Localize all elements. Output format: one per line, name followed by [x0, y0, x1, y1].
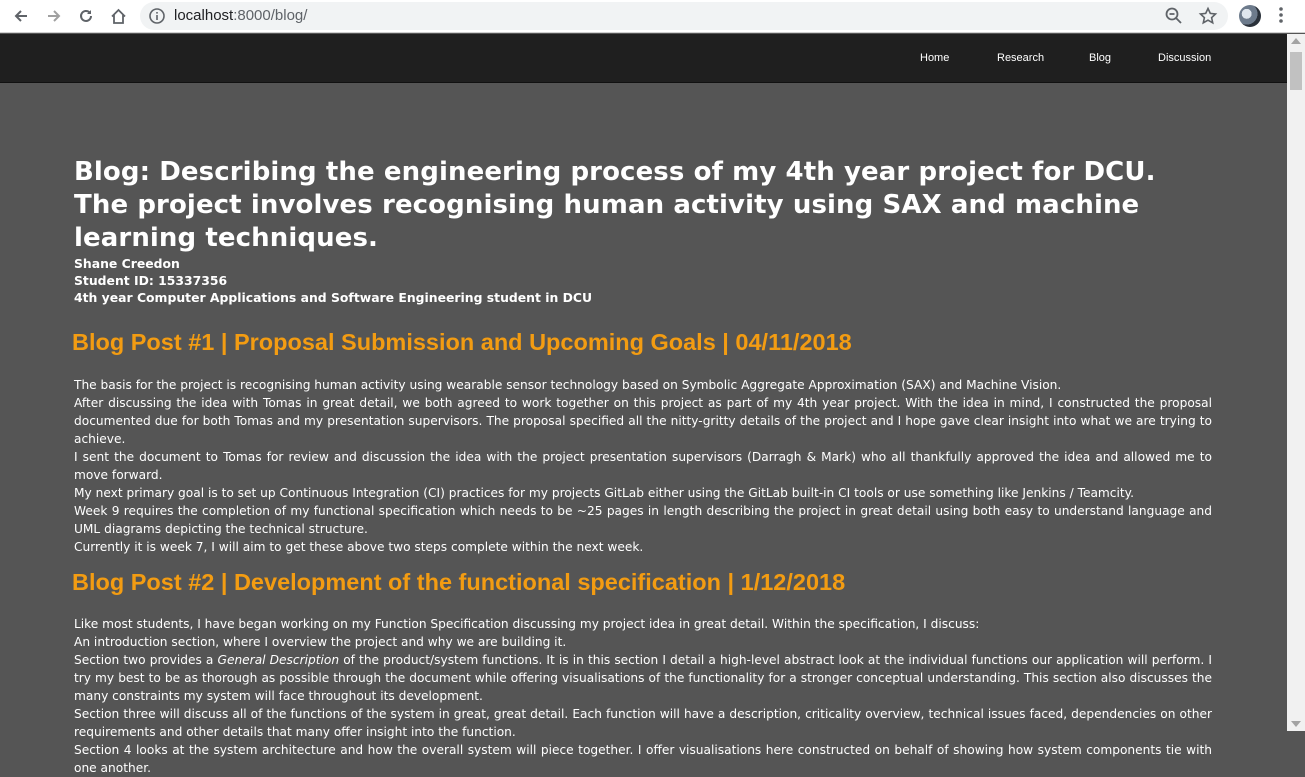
home-icon	[110, 8, 126, 24]
post-paragraph: An introduction section, where I overvie…	[74, 635, 567, 649]
home-button[interactable]	[105, 4, 131, 28]
post-paragraph: Like most students, I have began working…	[74, 617, 980, 631]
address-bar[interactable]: localhost:8000/blog/	[140, 2, 1228, 30]
profile-avatar[interactable]	[1239, 5, 1261, 27]
nav-home-link[interactable]: Home	[920, 52, 949, 64]
title-line-2: The project involves recognising human a…	[74, 190, 1140, 253]
post-paragraph: Section three will discuss all of the fu…	[74, 707, 1212, 739]
author-description: 4th year Computer Applications and Softw…	[74, 290, 593, 305]
title-line-1: Blog: Describing the engineering process…	[74, 157, 1156, 187]
page-scrollbar[interactable]	[1287, 34, 1305, 731]
arrow-right-icon	[48, 10, 61, 22]
post-paragraph: My next primary goal is to set up Contin…	[74, 486, 1134, 500]
reload-button[interactable]	[73, 4, 99, 28]
text-fragment: Section two provides a	[74, 653, 218, 667]
main-content: Blog: Describing the engineering process…	[72, 156, 1212, 777]
post-paragraph: Week 9 requires the completion of my fun…	[74, 504, 1212, 536]
url-path: :8000/blog/	[233, 7, 308, 24]
reload-icon	[80, 9, 92, 22]
url-text[interactable]: localhost:8000/blog/	[174, 7, 307, 24]
info-icon[interactable]	[148, 7, 166, 29]
post-paragraph: Currently it is week 7, I will aim to ge…	[74, 540, 644, 554]
nav-research-link[interactable]: Research	[997, 52, 1044, 64]
emphasis-text: General Description	[217, 653, 340, 667]
scroll-down-arrow-icon[interactable]	[1291, 721, 1301, 727]
post-title: Blog Post #1 | Proposal Submission and U…	[72, 329, 852, 355]
site-header: Home Research Blog Discussion	[0, 34, 1287, 83]
post-paragraph: The basis for the project is recognising…	[74, 378, 1062, 392]
bookmark-star-icon[interactable]	[1198, 6, 1218, 30]
post-body: Like most students, I have began working…	[74, 615, 1212, 777]
post-paragraph: After discussing the idea with Tomas in …	[74, 396, 1212, 446]
scroll-up-arrow-icon[interactable]	[1291, 38, 1301, 44]
author-name: Shane Creedon	[74, 256, 180, 271]
page-title: Blog: Describing the engineering process…	[74, 156, 1212, 255]
back-button[interactable]	[8, 4, 34, 28]
forward-button[interactable]	[41, 4, 67, 28]
browser-toolbar: localhost:8000/blog/	[0, 0, 1305, 33]
post-title: Blog Post #2 | Development of the functi…	[72, 569, 846, 595]
nav-discussion-link[interactable]: Discussion	[1158, 52, 1211, 64]
post-paragraph: I sent the document to Tomas for review …	[74, 450, 1212, 482]
student-id: Student ID: 15337356	[74, 273, 228, 288]
zoom-icon[interactable]	[1164, 6, 1184, 30]
post-paragraph: Section two provides a General Descripti…	[74, 651, 1212, 705]
url-host: localhost	[174, 7, 234, 24]
more-menu-icon[interactable]	[1273, 5, 1289, 29]
nav-blog-link[interactable]: Blog	[1089, 52, 1111, 64]
arrow-left-icon	[14, 10, 27, 22]
scrollbar-thumb[interactable]	[1290, 52, 1302, 90]
post-paragraph: Section 4 looks at the system architectu…	[74, 743, 1212, 775]
post-body: The basis for the project is recognising…	[74, 376, 1212, 556]
